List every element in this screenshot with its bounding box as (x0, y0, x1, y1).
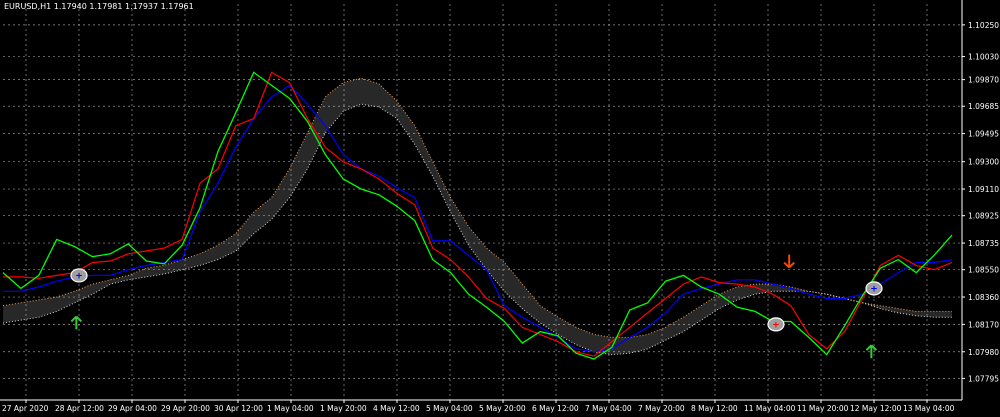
y-tick-label: 1.08735 (968, 239, 999, 248)
trade-marker-text: + (75, 272, 83, 282)
x-tick-label: 29 Apr 04:00 (108, 404, 157, 413)
y-tick-label: 1.10250 (968, 21, 999, 30)
x-tick-label: 29 Apr 20:00 (161, 404, 210, 413)
x-tick-label: 30 Apr 12:00 (214, 404, 263, 413)
x-tick-label: 5 May 20:00 (479, 404, 526, 413)
y-tick-label: 1.08550 (968, 266, 999, 275)
x-tick-label: 5 May 04:00 (426, 404, 473, 413)
y-tick-label: 1.07795 (968, 374, 999, 383)
y-tick-label: 1.09870 (968, 76, 999, 85)
x-tick-label: 8 May 12:00 (691, 404, 738, 413)
x-tick-label: 28 Apr 12:00 (55, 404, 104, 413)
y-tick-label: 1.07980 (968, 348, 999, 357)
y-tick-label: 1.09495 (968, 130, 999, 139)
chart-canvas: + + + 1.10250 1.10030 1.09870 1.09685 1.09495 1… (0, 0, 1000, 417)
chart-background (0, 0, 1000, 417)
x-tick-label: 7 May 20:00 (638, 404, 685, 413)
x-tick-label: 7 May 04:00 (585, 404, 632, 413)
y-tick-label: 1.08360 (968, 293, 999, 302)
trade-marker-text: + (772, 321, 780, 331)
ohlc-label: 1.17940 1.17981 1.17937 1.17961 (53, 2, 194, 11)
x-tick-label: 1 May 20:00 (320, 404, 367, 413)
x-tick-label: 6 May 12:00 (532, 404, 579, 413)
x-tick-label: 11 May 04:00 (744, 404, 796, 413)
trade-marker-text: + (870, 285, 878, 295)
chart-title: EURUSD,H1 1.17940 1.17981 1.17937 1.1796… (4, 2, 194, 11)
y-tick-label: 1.08925 (968, 212, 999, 221)
x-tick-label: 27 Apr 2020 (2, 404, 49, 413)
x-tick-label: 11 May 20:00 (797, 404, 849, 413)
y-tick-label: 1.09685 (968, 102, 999, 111)
y-tick-label: 1.09110 (968, 185, 999, 194)
x-tick-label: 12 May 12:00 (850, 404, 902, 413)
symbol-label: EURUSD,H1 (4, 2, 52, 11)
x-tick-label: 1 May 04:00 (267, 404, 314, 413)
x-tick-label: 4 May 12:00 (373, 404, 420, 413)
y-tick-label: 1.09300 (968, 158, 999, 167)
y-tick-label: 1.08170 (968, 320, 999, 329)
x-tick-label: 13 May 04:00 (903, 404, 955, 413)
y-tick-label: 1.10030 (968, 53, 999, 62)
